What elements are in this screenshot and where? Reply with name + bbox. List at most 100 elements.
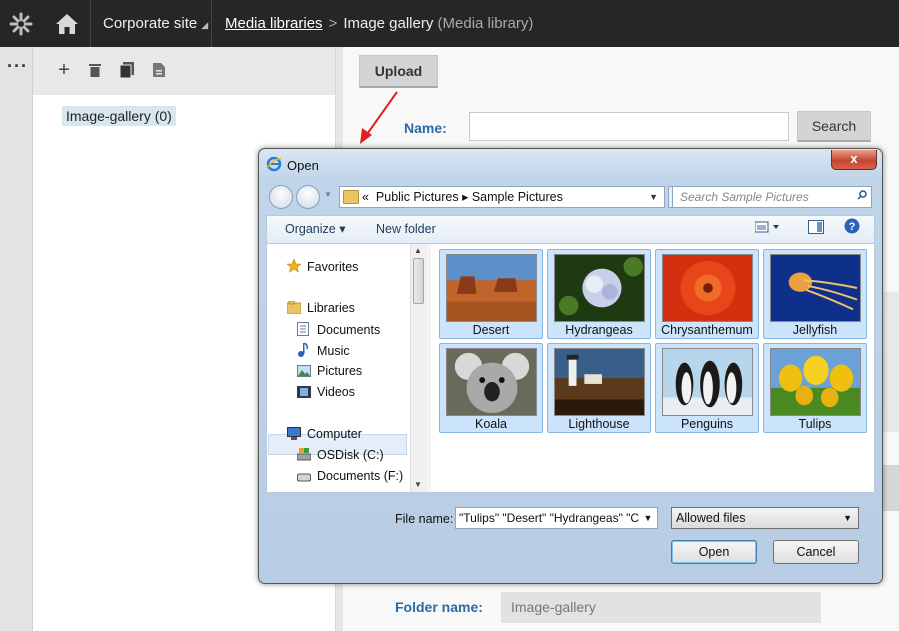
dialog-titlebar[interactable]: Open x xyxy=(259,149,882,179)
breadcrumb-current: Image gallery xyxy=(343,15,434,32)
file-tile-koala[interactable]: Koala xyxy=(439,343,543,433)
file-name: Chrysanthemum xyxy=(661,323,753,337)
file-type-value: Allowed files xyxy=(676,511,746,525)
address-separator: ▸ xyxy=(462,190,469,204)
nav-item-pictures[interactable]: Pictures xyxy=(297,364,362,378)
address-prefix: « xyxy=(362,190,369,204)
folder-name-field: Image-gallery xyxy=(501,592,821,623)
nav-item-documents[interactable]: Documents xyxy=(297,322,380,337)
command-bar: Organize ▾ New folder ? xyxy=(266,215,875,243)
add-icon[interactable]: + xyxy=(55,59,73,81)
tulips-thumbnail xyxy=(770,348,861,416)
site-selector-label: Corporate site xyxy=(103,15,198,32)
file-name: Desert xyxy=(472,323,510,337)
file-tile-lighthouse[interactable]: Lighthouse xyxy=(547,343,651,433)
penguins-thumbnail xyxy=(662,348,753,416)
drive-f-icon xyxy=(297,471,311,484)
svg-text:?: ? xyxy=(849,221,856,233)
nav-item-computer[interactable]: Computer xyxy=(287,427,362,441)
file-tile-hydrangeas[interactable]: Hydrangeas xyxy=(547,249,651,339)
cancel-button[interactable]: Cancel xyxy=(773,540,859,564)
scroll-thumb[interactable] xyxy=(413,258,424,304)
file-tile-tulips[interactable]: Tulips xyxy=(763,343,867,433)
star-icon xyxy=(286,258,302,273)
left-rail: ··· xyxy=(0,47,33,631)
caret-down-icon: ◢ xyxy=(201,20,209,30)
file-tile-desert[interactable]: Desert xyxy=(439,249,543,339)
tree-node-image-gallery[interactable]: Image-gallery (0) xyxy=(62,106,176,126)
scroll-down-icon[interactable]: ▼ xyxy=(414,480,422,489)
file-tile-chrysanthemum[interactable]: Chrysanthemum xyxy=(655,249,759,339)
file-name: Jellyfish xyxy=(792,323,838,337)
site-selector[interactable]: Corporate site ◢ xyxy=(90,0,212,47)
file-type-select[interactable]: Allowed files ▼ xyxy=(671,507,859,529)
pane-divider[interactable] xyxy=(427,244,431,492)
music-icon xyxy=(297,342,311,357)
nav-label-documents-f: Documents (F:) xyxy=(317,469,404,483)
file-tile-penguins[interactable]: Penguins xyxy=(655,343,759,433)
recent-locations-icon[interactable]: ▼ xyxy=(324,190,332,199)
name-input[interactable] xyxy=(469,112,789,141)
computer-icon xyxy=(287,427,301,440)
videos-icon xyxy=(297,386,311,399)
nav-label-pictures: Pictures xyxy=(317,364,363,378)
address-dropdown-icon[interactable]: ▼ xyxy=(649,187,658,207)
upload-button[interactable]: Upload xyxy=(359,55,438,88)
nav-label-favorites: Favorites xyxy=(307,260,359,274)
nav-scrollbar[interactable]: ▲ ▼ xyxy=(410,244,427,492)
dialog-title: Open xyxy=(287,158,319,173)
address-crumb-public-pictures[interactable]: Public Pictures xyxy=(376,190,459,204)
nav-item-music[interactable]: Music xyxy=(297,342,350,358)
desert-thumbnail xyxy=(446,254,537,322)
folder-icon xyxy=(343,190,359,204)
chevron-right-icon: > xyxy=(328,15,338,32)
documents-icon xyxy=(297,322,311,336)
nav-item-favorites[interactable]: Favorites xyxy=(286,258,359,274)
new-folder-button[interactable]: New folder xyxy=(376,216,436,242)
jellyfish-thumbnail xyxy=(770,254,861,322)
nav-item-osdisk[interactable]: OSDisk (C:) xyxy=(296,448,384,462)
file-name: Lighthouse xyxy=(568,417,630,431)
search-icon xyxy=(857,190,867,200)
delete-icon[interactable] xyxy=(86,61,104,79)
move-icon[interactable] xyxy=(150,61,168,79)
close-button[interactable]: x xyxy=(831,150,877,170)
app-logo-icon[interactable] xyxy=(0,0,42,47)
dialog-footer: File name: "Tulips" "Desert" "Hydrangeas… xyxy=(266,493,875,577)
folder-name-label: Folder name: xyxy=(395,599,483,615)
search-sample-pictures-input[interactable]: Search Sample Pictures xyxy=(672,186,872,208)
preview-pane-icon[interactable] xyxy=(808,217,824,243)
nav-label-libraries: Libraries xyxy=(307,301,355,315)
copy-icon[interactable] xyxy=(118,61,136,79)
drive-c-icon xyxy=(296,448,312,461)
scroll-up-icon[interactable]: ▲ xyxy=(414,246,422,255)
search-button[interactable]: Search xyxy=(797,111,871,142)
file-name-dropdown-icon[interactable]: ▼ xyxy=(642,508,654,528)
name-label: Name: xyxy=(404,120,447,136)
file-name-input[interactable]: "Tulips" "Desert" "Hydrangeas" "C ▼ xyxy=(455,507,658,529)
nav-item-videos[interactable]: Videos xyxy=(297,385,355,399)
file-type-dropdown-icon: ▼ xyxy=(843,513,852,523)
open-button[interactable]: Open xyxy=(671,540,757,564)
lighthouse-thumbnail xyxy=(554,348,645,416)
help-icon[interactable]: ? xyxy=(844,217,860,243)
views-icon[interactable] xyxy=(754,217,781,243)
forward-icon[interactable] xyxy=(296,185,320,209)
file-name: Tulips xyxy=(798,417,832,431)
nav-item-libraries[interactable]: Libraries xyxy=(286,300,355,315)
open-file-dialog: Open x ▼ « Public Pictures ▸ Sample Pict… xyxy=(258,148,883,584)
file-name-label: File name: xyxy=(395,512,454,526)
nav-label-computer: Computer xyxy=(307,427,362,441)
breadcrumb-media-libraries[interactable]: Media libraries xyxy=(225,15,323,32)
nav-item-documents-f[interactable]: Documents (F:) xyxy=(297,469,403,484)
address-bar[interactable]: « Public Pictures ▸ Sample Pictures ▼ xyxy=(339,186,665,208)
breadcrumb: Media libraries > Image gallery (Media lib… xyxy=(225,0,533,47)
file-tile-jellyfish[interactable]: Jellyfish xyxy=(763,249,867,339)
dialog-nav-row: ▼ « Public Pictures ▸ Sample Pictures ▼ … xyxy=(259,182,882,212)
home-icon[interactable] xyxy=(44,0,91,47)
address-crumb-sample-pictures[interactable]: Sample Pictures xyxy=(472,190,563,204)
organize-menu[interactable]: Organize ▾ xyxy=(285,216,345,242)
more-options-icon[interactable]: ··· xyxy=(7,57,28,75)
back-icon[interactable] xyxy=(269,185,293,209)
internet-explorer-icon xyxy=(266,156,282,172)
